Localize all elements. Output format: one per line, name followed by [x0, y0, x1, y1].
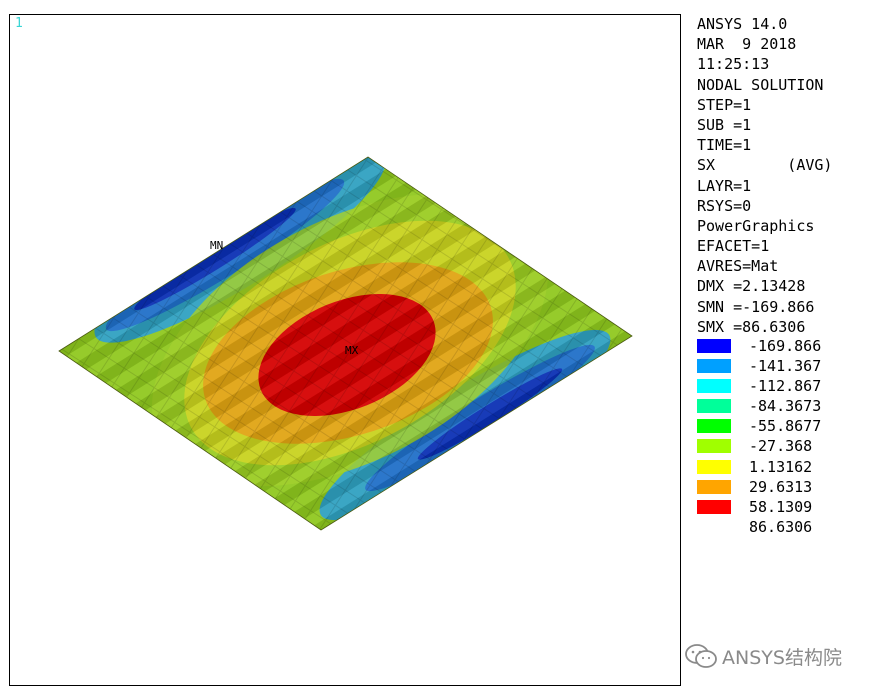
- legend-value: 58.1309: [749, 497, 813, 516]
- plate-surface: [59, 157, 632, 530]
- info-line: EFACET=1: [697, 237, 770, 256]
- info-line: 11:25:13: [697, 55, 770, 74]
- legend-swatch: [697, 359, 731, 374]
- legend-value: 86.6306: [749, 517, 813, 536]
- info-line: RSYS=0: [697, 196, 752, 215]
- legend-swatch: [697, 439, 731, 454]
- legend-swatch: [697, 339, 731, 353]
- graphics-viewport[interactable]: 1 MN MX: [9, 14, 681, 686]
- info-line: SMX =86.6306: [697, 317, 806, 336]
- legend-value: -84.3673: [749, 397, 822, 416]
- info-line: MAR 9 2018: [697, 35, 797, 54]
- legend-swatch: [697, 399, 731, 414]
- info-line: SUB =1: [697, 115, 752, 134]
- watermark: ANSYS结构院: [684, 641, 842, 671]
- info-line: NODAL SOLUTION: [697, 75, 824, 94]
- legend-value: -141.367: [749, 357, 822, 376]
- info-line: STEP=1: [697, 95, 752, 114]
- info-line: SX (AVG): [697, 156, 833, 175]
- legend-value: -27.368: [749, 437, 813, 456]
- solution-info-panel: ANSYS 14.0 MAR 9 2018 11:25:13 NODAL SOLUTI…: [697, 14, 877, 337]
- legend-value: -112.867: [749, 377, 822, 396]
- legend-value: 1.13162: [749, 457, 813, 476]
- legend-value: 29.6313: [749, 477, 813, 496]
- legend-value: -55.8677: [749, 417, 822, 436]
- legend-swatch: [697, 459, 731, 474]
- wechat-icon: [685, 644, 717, 668]
- legend-swatch: [697, 499, 731, 514]
- info-line: AVRES=Mat: [697, 257, 779, 276]
- min-marker: MN: [210, 239, 223, 252]
- legend-swatch: [697, 379, 731, 394]
- info-line: ANSYS 14.0: [697, 15, 788, 33]
- info-line: DMX =2.13428: [697, 277, 806, 296]
- contour-plot: MN MX: [58, 156, 633, 531]
- info-line: PowerGraphics: [697, 216, 815, 235]
- info-line: LAYR=1: [697, 176, 752, 195]
- legend-value: -169.866: [749, 337, 822, 355]
- max-marker: MX: [345, 344, 359, 357]
- legend-swatch: [697, 419, 731, 434]
- info-line: SMN =-169.866: [697, 297, 815, 316]
- legend-swatch: [697, 479, 731, 494]
- info-line: TIME=1: [697, 136, 752, 155]
- watermark-text: ANSYS结构院: [722, 646, 842, 669]
